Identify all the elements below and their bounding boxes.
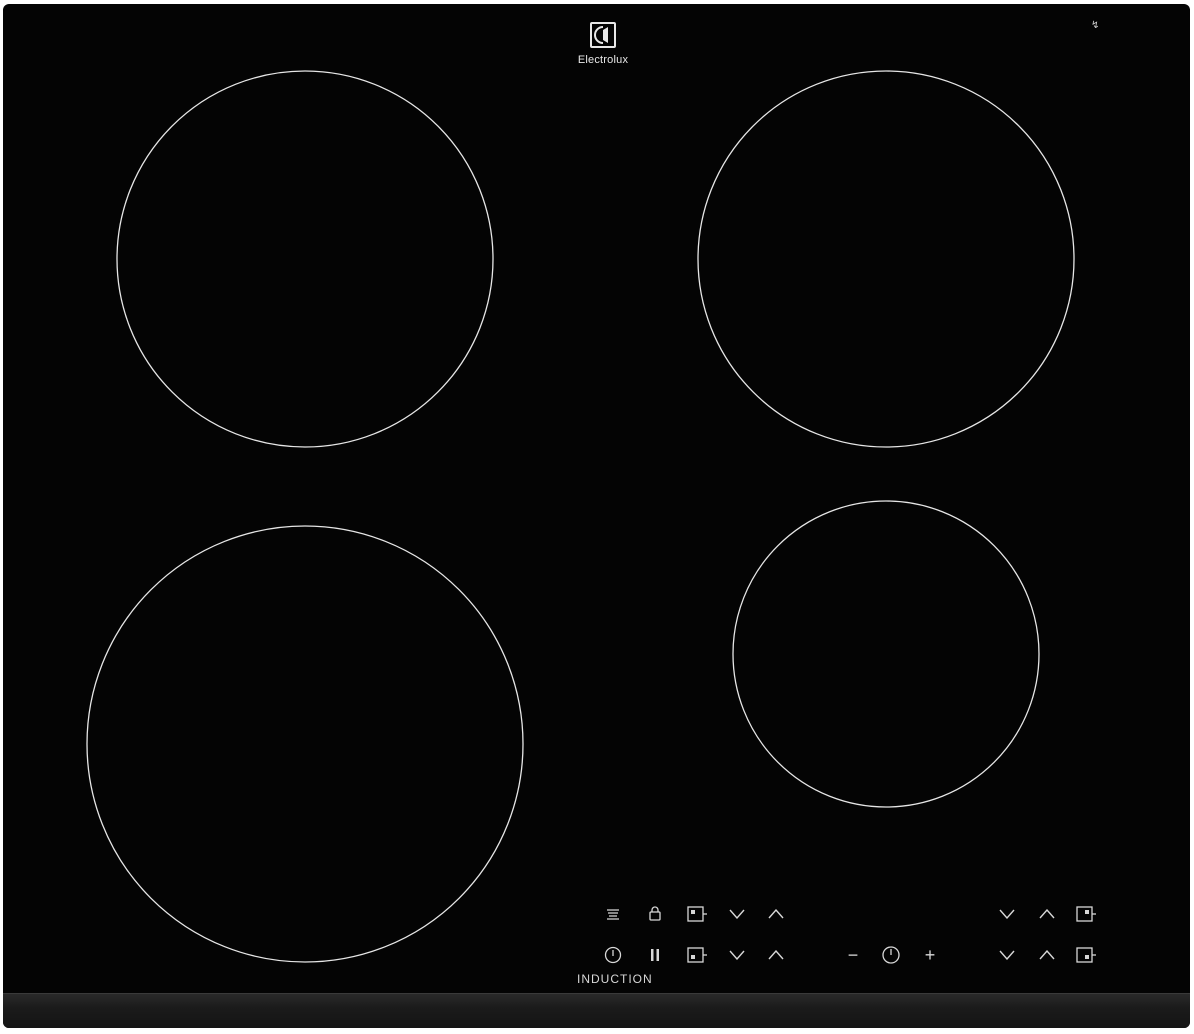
zone-select-rear-right-icon[interactable] (1075, 903, 1099, 925)
cooking-zone-rear-left[interactable] (116, 70, 494, 448)
cooking-zone-rear-right[interactable] (697, 70, 1075, 448)
chevron-down-icon[interactable] (725, 944, 749, 966)
chevron-down-icon[interactable] (995, 944, 1019, 966)
chevron-up-icon[interactable] (1035, 903, 1059, 925)
chevron-down-icon[interactable] (995, 903, 1019, 925)
chevron-up-icon[interactable] (764, 944, 788, 966)
pause-icon[interactable] (643, 944, 667, 966)
cooking-zone-front-right[interactable] (732, 500, 1040, 808)
zone-select-front-left-icon[interactable] (686, 944, 710, 966)
chevron-up-icon[interactable] (764, 903, 788, 925)
timer-plus-button[interactable]: + (918, 944, 942, 966)
power-icon[interactable] (601, 944, 625, 966)
zone-select-front-right-icon[interactable] (1075, 944, 1099, 966)
brand-logo: Electrolux (558, 22, 648, 66)
cooking-zones (86, 70, 1075, 963)
brand-name: Electrolux (577, 54, 629, 66)
timer-icon[interactable] (879, 944, 903, 966)
chevron-down-icon[interactable] (725, 903, 749, 925)
induction-hob: Electrolux ↯ − + INDUCTION (3, 4, 1190, 1028)
cooking-zone-front-left[interactable] (86, 525, 524, 963)
zone-layout-icon: ↯ (1091, 20, 1100, 31)
child-lock-icon[interactable] (601, 903, 625, 925)
electrolux-logo-icon (590, 22, 616, 48)
induction-label: INDUCTION (577, 972, 653, 986)
lock-icon[interactable] (643, 903, 667, 925)
zone-select-rear-left-icon[interactable] (686, 903, 710, 925)
chevron-up-icon[interactable] (1035, 944, 1059, 966)
front-bevel-edge (3, 993, 1190, 1028)
timer-minus-button[interactable]: − (841, 944, 865, 966)
